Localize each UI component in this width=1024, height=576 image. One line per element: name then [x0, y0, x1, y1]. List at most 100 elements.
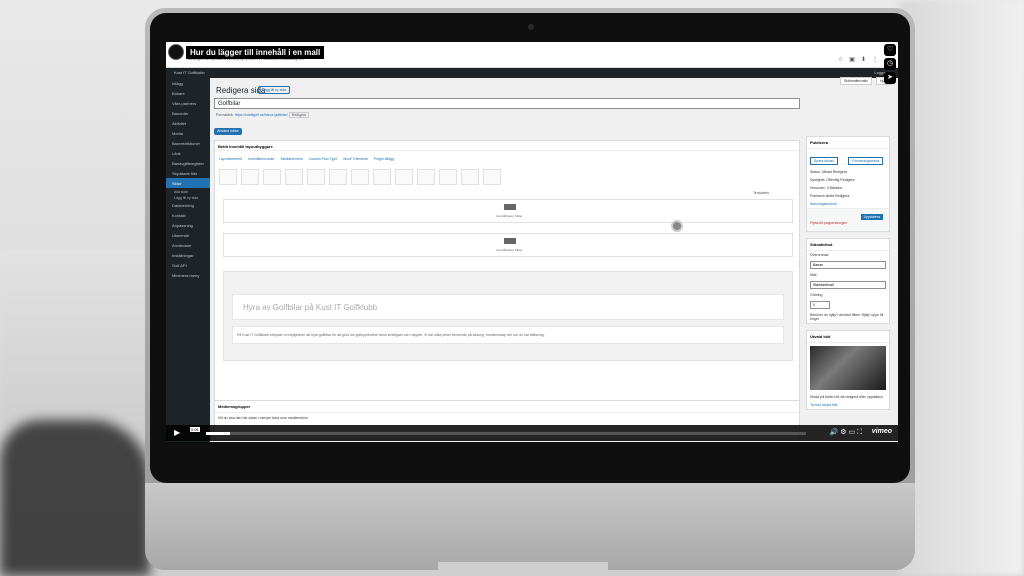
builder-tab[interactable]: Innehållsmoduler: [248, 157, 275, 161]
sidebar-item[interactable]: Bokare: [166, 88, 210, 98]
publish-title: Publicera: [807, 137, 889, 149]
publish-visibility: Synlighet: Offentlig Redigera: [810, 178, 855, 182]
imac-chin: [145, 483, 915, 570]
permalink: Permalänk: https://kustitgolf.se/banor/g…: [216, 112, 310, 118]
channel-logo-icon[interactable]: [168, 44, 184, 60]
preview-button[interactable]: Förhandsgranska: [848, 157, 884, 165]
layout-element-icon[interactable]: [461, 169, 479, 185]
permalink-link[interactable]: https://kustitgolf.se/banor/golfbilar/: [235, 113, 288, 117]
sidebar-item[interactable]: Aktivitet: [166, 118, 210, 128]
sidebar-item[interactable]: Användare: [166, 240, 210, 250]
right-column: Publicera Spara utkast Förhandsgranska S…: [806, 136, 890, 416]
publish-date: Publicera direkt Redigera: [810, 194, 850, 198]
layout-builder: Beldt Innehåll layoutbyggare Layouteleme…: [214, 140, 800, 436]
attributes-title: Sidoattribut: [807, 239, 889, 251]
like-icon[interactable]: ♡: [884, 44, 896, 56]
featured-title: Utvald bild: [807, 331, 889, 343]
layout-element-icon[interactable]: [263, 169, 281, 185]
layout-element-icon[interactable]: [373, 169, 391, 185]
admin-sidebar: Inlägg Bokare Våra partners Banorder Aktivit…: [166, 78, 210, 442]
sidebar-item[interactable]: Databehörig: [166, 200, 210, 210]
builder-tab[interactable]: Custom Post Type: [309, 157, 338, 161]
builder-tab[interactable]: Layoutelement: [219, 157, 242, 161]
module-text-box[interactable]: På Kust IT Golfklubb erbjuder vi möjligh…: [232, 326, 784, 344]
permalink-edit-button[interactable]: Redigera: [288, 112, 310, 118]
featured-caption: Klicka på bilden för att redigera eller …: [810, 395, 883, 399]
video-title[interactable]: Hur du lägger till innehåll i en mall: [186, 46, 325, 59]
layout-element-icon[interactable]: [219, 169, 237, 185]
sidebar-item[interactable]: Skyddade filer: [166, 168, 210, 178]
sidebar-item[interactable]: Anpassning: [166, 220, 210, 230]
member-groups-text: Vill du visa den här sidan i menyer bara…: [218, 416, 308, 420]
layout-element-icon[interactable]: [351, 169, 369, 185]
row-label: Innehåll Easy Slider: [496, 248, 523, 252]
sidebar-item[interactable]: Banavgiftsregister: [166, 158, 210, 168]
sidebar-item[interactable]: Utseende: [166, 230, 210, 240]
parent-select[interactable]: Banan: [810, 261, 886, 269]
browser-icons[interactable]: ☆▣⬇⋮: [838, 56, 884, 63]
row-edit-button[interactable]: [504, 238, 516, 244]
sidebar-item[interactable]: Kontakt: [166, 210, 210, 220]
featured-image-box: Utvald bild Klicka på bilden för att red…: [806, 330, 890, 410]
builder-tabs: Layoutelement Innehållsmoduler Mediaelemen…: [219, 157, 400, 161]
seo-link[interactable]: Stavningskontroll: [807, 200, 889, 208]
module-heading-box[interactable]: Hyra av Golfbilar på Kust IT Golfklubb: [232, 294, 784, 320]
main-content: Redigera sida Lägg till ny sida Golfbila…: [214, 80, 894, 440]
builder-title: Beldt Innehåll layoutbyggare: [215, 141, 799, 151]
text-module[interactable]: Hyra av Golfbilar på Kust IT Golfklubb P…: [223, 271, 793, 361]
template-select[interactable]: Standardmall: [810, 281, 886, 289]
share-icon[interactable]: ➤: [884, 72, 896, 84]
layout-element-icon[interactable]: [395, 169, 413, 185]
vimeo-logo[interactable]: vimeo: [872, 428, 892, 435]
featured-image[interactable]: [810, 346, 886, 390]
video-controls: ▶ 0:01 🔊⚙▭⛶ vimeo: [166, 425, 898, 441]
builder-row-2[interactable]: Innehåll Easy Slider: [223, 233, 793, 257]
sidebar-item[interactable]: Sidor: [166, 178, 210, 188]
add-new-page-button[interactable]: Lägg till ny sida: [258, 86, 291, 94]
page-attributes-box: Sidoattribut Överordnad Banan Mall Stand…: [806, 238, 890, 324]
sidebar-item[interactable]: Golf API: [166, 260, 210, 270]
layout-element-icon[interactable]: [483, 169, 501, 185]
builder-row-1[interactable]: Innehåll Easy Slider: [223, 199, 793, 223]
layout-element-icon[interactable]: [329, 169, 347, 185]
templates-button[interactable]: Templates: [753, 191, 769, 195]
layout-element-icon[interactable]: [307, 169, 325, 185]
builder-tab[interactable]: Plugin-tillägg: [374, 157, 394, 161]
remove-featured-link[interactable]: Ta bort utvald bild: [807, 401, 889, 409]
builder-tab[interactable]: Mediaelement: [281, 157, 303, 161]
update-button[interactable]: Uppdatera: [860, 214, 883, 220]
background-chair: [0, 420, 150, 576]
sidebar-item[interactable]: Minimera meny: [166, 270, 210, 280]
layout-element-icon[interactable]: [241, 169, 259, 185]
title-input[interactable]: Golfbilar: [214, 98, 800, 109]
builder-tab[interactable]: WooF Elements: [343, 157, 368, 161]
video-time: 0:01: [190, 427, 200, 432]
order-input[interactable]: 0: [810, 301, 830, 309]
module-heading: Hyra av Golfbilar på Kust IT Golfklubb: [243, 303, 378, 312]
builder-toggle-button[interactable]: Använd editor: [214, 128, 242, 135]
video-progress-bar[interactable]: [206, 432, 806, 435]
publish-revisions: Versioner: 3 Bläddra: [810, 186, 842, 190]
sidebar-item[interactable]: Media: [166, 128, 210, 138]
layout-element-icon[interactable]: [417, 169, 435, 185]
layout-element-icon[interactable]: [285, 169, 303, 185]
save-draft-button[interactable]: Spara utkast: [810, 157, 838, 165]
trash-link[interactable]: Flytta till papperskorgen: [810, 221, 847, 225]
sidebar-item[interactable]: Länk: [166, 148, 210, 158]
watch-later-icon[interactable]: ◷: [884, 58, 896, 70]
row-edit-button[interactable]: [504, 204, 516, 210]
attributes-help: Behöver du hjälp? Använd fliken 'Hjälp' …: [810, 313, 884, 321]
sidebar-item[interactable]: Våra partners: [166, 98, 210, 108]
sidebar-item[interactable]: Inlägg: [166, 78, 210, 88]
control-icons[interactable]: 🔊⚙▭⛶: [829, 428, 864, 437]
camera: [528, 24, 534, 30]
play-icon[interactable]: ▶: [174, 428, 180, 437]
order-label: Ordning: [810, 293, 823, 297]
sidebar-item[interactable]: Banrestriktioner: [166, 138, 210, 148]
sidebar-item[interactable]: Banorder: [166, 108, 210, 118]
admin-site-name[interactable]: Kust IT Golfklubb: [174, 70, 205, 75]
sidebar-item[interactable]: Inställningar: [166, 250, 210, 260]
video-side-actions: ♡ ◷ ➤: [884, 44, 896, 86]
layout-element-icon[interactable]: [439, 169, 457, 185]
imac-stand: [438, 562, 608, 576]
